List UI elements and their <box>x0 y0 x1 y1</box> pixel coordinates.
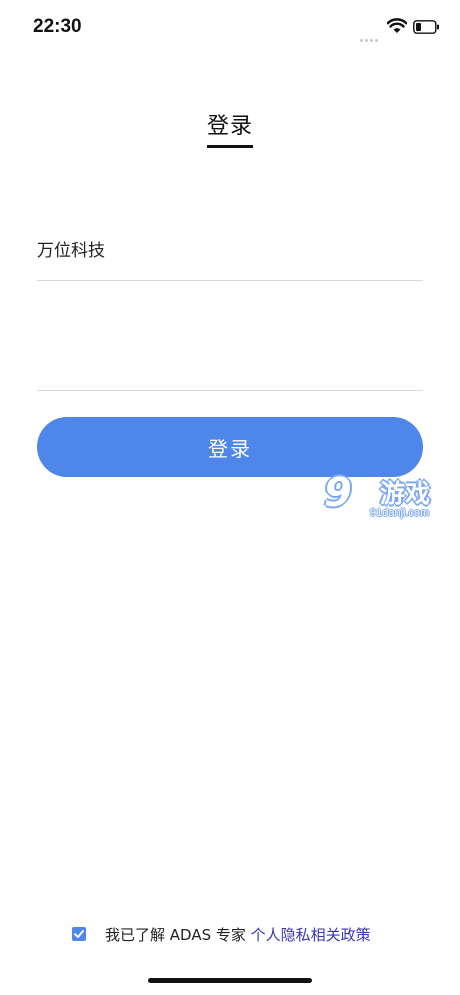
battery-icon <box>413 20 439 34</box>
home-indicator[interactable] <box>148 978 312 983</box>
privacy-policy-link[interactable]: 个人隐私相关政策 <box>251 926 371 944</box>
page-title: 登录 <box>206 114 253 139</box>
agreement-text: 我已了解 ADAS 专家 个人隐私相关政策 <box>105 924 371 945</box>
wifi-icon <box>387 18 407 33</box>
agreement-label: 我已了解 ADAS 专家 <box>105 926 251 944</box>
title-underline <box>207 145 253 148</box>
agreement-row: 我已了解 ADAS 专家 个人隐私相关政策 <box>0 922 460 946</box>
login-button[interactable]: 登录 <box>37 417 423 477</box>
second-input[interactable] <box>37 340 423 376</box>
status-bar: 22:30 <box>0 0 460 56</box>
watermark-url: 91danji.com <box>370 507 430 519</box>
watermark-text: 游戏 <box>380 479 431 508</box>
company-input[interactable] <box>37 230 423 266</box>
signal-icon <box>360 27 382 42</box>
watermark-logo: 9 游戏 91danji.com <box>324 470 460 526</box>
watermark-nine: 9 <box>324 470 352 516</box>
company-field[interactable] <box>37 230 423 281</box>
status-time: 22:30 <box>33 16 82 37</box>
agreement-checkbox[interactable] <box>72 927 86 941</box>
second-field[interactable] <box>37 340 423 391</box>
